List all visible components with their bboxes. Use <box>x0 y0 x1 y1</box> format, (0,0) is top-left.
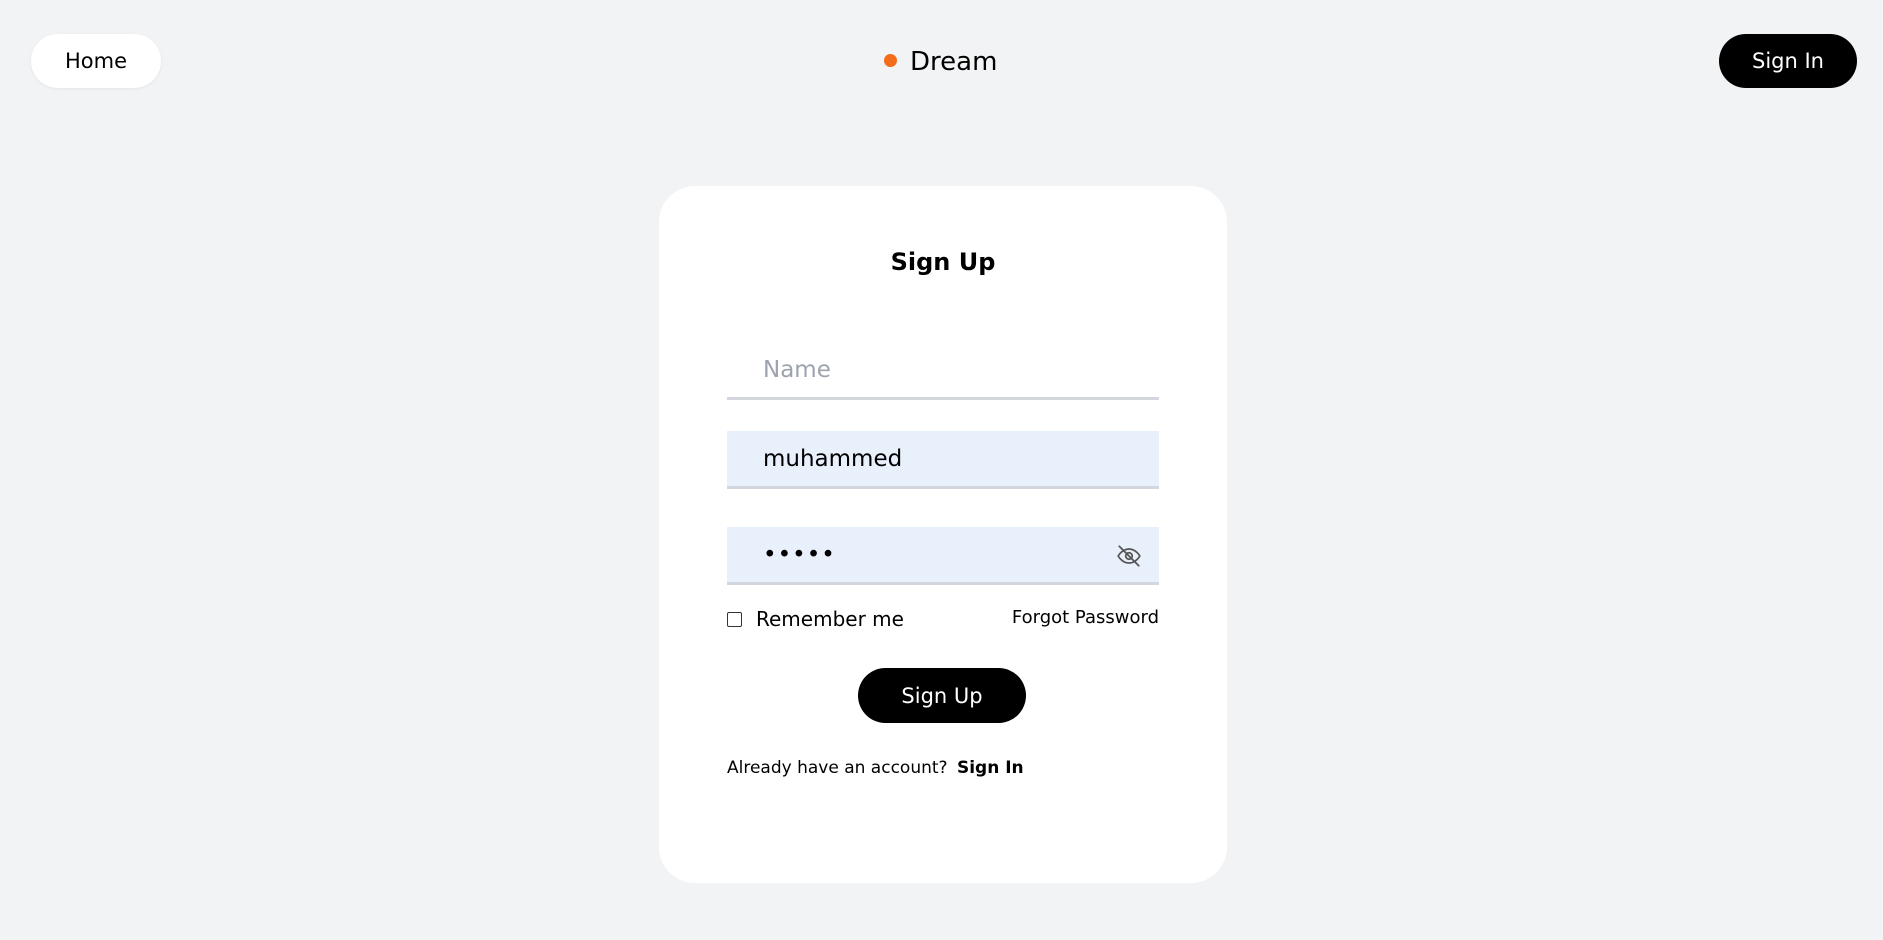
sign-up-card: Sign Up Remember me Forgot Password <box>659 186 1227 883</box>
form-title: Sign Up <box>890 248 996 276</box>
brand-dot-icon <box>884 53 897 67</box>
header-sign-in-button[interactable]: Sign In <box>1719 34 1857 88</box>
name-input[interactable] <box>763 342 1099 397</box>
forgot-password-link[interactable]: Forgot Password <box>1012 607 1159 628</box>
username-field <box>727 431 1159 489</box>
remember-me-checkbox[interactable] <box>727 611 742 627</box>
brand-name: Dream <box>910 47 998 77</box>
sign-in-prompt: Already have an account? Sign In <box>727 758 1024 778</box>
remember-me-toggle[interactable]: Remember me <box>727 607 904 631</box>
sign-in-prompt-text: Already have an account? <box>727 758 948 778</box>
brand-logo: Dream <box>884 42 997 82</box>
name-field <box>727 342 1159 400</box>
sign-in-link[interactable]: Sign In <box>957 758 1024 778</box>
password-input[interactable] <box>763 527 1099 582</box>
sign-up-button[interactable]: Sign Up <box>858 668 1026 723</box>
password-field <box>727 527 1159 585</box>
home-button-label: Home <box>64 49 127 73</box>
remember-me-label: Remember me <box>756 607 904 631</box>
page: Home Dream Sign In Sign Up Name muhammed… <box>0 0 1883 940</box>
home-button[interactable]: Home <box>31 34 161 88</box>
eye-off-icon[interactable] <box>1116 543 1142 569</box>
form-options-row: Remember me Forgot Password <box>727 607 1159 637</box>
username-input[interactable] <box>763 431 1099 486</box>
header-sign-in-label: Sign In <box>1752 49 1824 73</box>
sign-up-button-label: Sign Up <box>901 683 983 708</box>
